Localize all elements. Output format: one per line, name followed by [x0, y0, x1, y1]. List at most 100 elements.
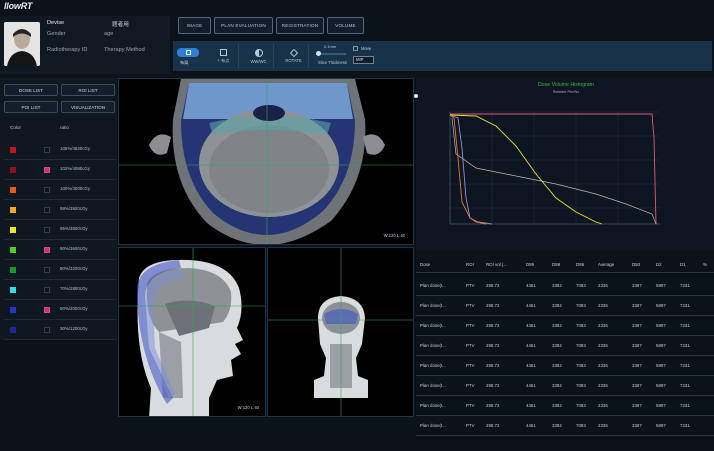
table-cell: 2336: [598, 343, 608, 348]
column-header[interactable]: D50: [632, 262, 640, 267]
table-row[interactable]: Plan dose(t... PTV 298.72 4461 3382 7083 2336 3…: [416, 356, 714, 376]
ratio-label: 90%/3600cGy: [60, 246, 88, 251]
column-header[interactable]: ROI vol.(...: [486, 262, 507, 267]
ratio-label: 80%/3200cGy: [60, 266, 88, 271]
table-cell: Plan dose(t...: [420, 323, 446, 328]
table-row[interactable]: Plan dose(t... PTV 298.72 4461 3382 7083 2336 3…: [416, 396, 714, 416]
color-row[interactable]: 30%/1200cGy: [4, 320, 116, 340]
nav-volume-button[interactable]: VOLUME: [327, 17, 364, 34]
visibility-checkbox[interactable]: [44, 327, 50, 333]
patient-name-alt: 题者用: [112, 22, 129, 28]
color-row[interactable]: 98%/3920cGy: [4, 200, 116, 220]
layout-icon: [186, 50, 191, 55]
table-cell: 2336: [598, 363, 608, 368]
table-cell: 7083: [576, 383, 586, 388]
dvh-subtitle: Relative Per/No: [553, 90, 580, 94]
column-header[interactable]: D1: [680, 262, 686, 267]
color-row[interactable]: 102%/4080cGy: [4, 160, 116, 180]
dvh-chart: Dose Volume Histogram Relative Per/No: [416, 78, 714, 250]
visibility-checkbox[interactable]: [44, 227, 50, 233]
color-row[interactable]: 70%/2800cGy: [4, 280, 116, 300]
table-cell: 7231: [680, 303, 690, 308]
table-cell: Plan dose(t...: [420, 343, 446, 348]
column-header[interactable]: D99: [526, 262, 534, 267]
nav-registration-button[interactable]: REGISTRATION: [276, 17, 324, 34]
color-column-header: Color: [10, 125, 21, 130]
dose-list-button[interactable]: DOSE LIST: [4, 84, 58, 96]
column-header[interactable]: Dose: [420, 262, 430, 267]
table-cell: PTV: [466, 303, 475, 308]
axial-viewer[interactable]: W:120 L:40: [118, 78, 414, 245]
table-cell: 7083: [576, 363, 586, 368]
table-row[interactable]: Plan dose(t... PTV 298.72 4461 3382 7083 2336 3…: [416, 296, 714, 316]
sagittal-viewer[interactable]: W:120 L:40: [118, 247, 266, 417]
contrast-icon: [254, 48, 263, 57]
layout-label: 布局: [180, 60, 189, 65]
table-cell: 3382: [552, 283, 562, 288]
table-cell: PTV: [466, 323, 475, 328]
visualization-button[interactable]: VISUALIZATION: [61, 101, 115, 113]
color-row[interactable]: 90%/3600cGy: [4, 240, 116, 260]
poi-list-button[interactable]: POI LIST: [4, 101, 58, 113]
table-cell: 4461: [526, 323, 536, 328]
visibility-checkbox[interactable]: [44, 247, 50, 253]
table-cell: Plan dose(t...: [420, 423, 446, 428]
column-header[interactable]: D95: [576, 262, 584, 267]
color-swatch: [10, 327, 16, 333]
visibility-checkbox[interactable]: [44, 307, 50, 313]
table-row[interactable]: Plan dose(t... PTV 298.72 4461 3382 7083 2336 3…: [416, 316, 714, 336]
table-row[interactable]: Plan dose(t... PTV 298.72 4461 3382 7083 2336 3…: [416, 336, 714, 356]
color-row[interactable]: 105%/4620cGy: [4, 140, 116, 160]
visibility-checkbox[interactable]: [44, 207, 50, 213]
column-header[interactable]: D98: [552, 262, 560, 267]
table-cell: 2336: [598, 383, 608, 388]
table-cell: 3382: [552, 343, 562, 348]
column-header[interactable]: D2: [656, 262, 662, 267]
nav-image-button[interactable]: IMAGE: [178, 17, 211, 34]
age-label: age: [104, 31, 114, 37]
table-row[interactable]: Plan dose(t... PTV 298.72 4461 3382 7083 2336 3…: [416, 376, 714, 396]
table-cell: 298.72: [486, 323, 500, 328]
coronal-viewer[interactable]: [267, 247, 414, 417]
column-header[interactable]: Average: [598, 262, 614, 267]
table-cell: PTV: [466, 363, 475, 368]
column-header[interactable]: ROI: [466, 262, 474, 267]
nav-plan-evaluation-button[interactable]: PLAN EVALUATION: [214, 17, 273, 34]
slice-slider-thumb[interactable]: [316, 51, 321, 56]
rotate-tool[interactable]: ROTATE: [279, 44, 309, 68]
table-cell: 7083: [576, 323, 586, 328]
table-row[interactable]: Plan dose(t... PTV 298.72 4461 3382 7083 2336 3…: [416, 416, 714, 436]
table-cell: 298.72: [486, 283, 500, 288]
table-row[interactable]: Plan dose(t... PTV 298.72 4461 3382 7083 2336 3…: [416, 276, 714, 296]
color-row[interactable]: 80%/3200cGy: [4, 260, 116, 280]
roi-list-button[interactable]: ROI LIST: [61, 84, 115, 96]
wwwc-tool[interactable]: WW/WC: [244, 44, 274, 68]
color-row[interactable]: 100%/4000cGy: [4, 180, 116, 200]
table-cell: 2336: [598, 323, 608, 328]
color-row[interactable]: 95%/3800cGy: [4, 220, 116, 240]
move-checkbox[interactable]: [353, 46, 358, 51]
table-cell: Plan dose(t...: [420, 403, 446, 408]
visibility-checkbox[interactable]: [44, 167, 50, 173]
visibility-checkbox[interactable]: [44, 187, 50, 193]
color-row[interactable]: 50%/2000cGy: [4, 300, 116, 320]
table-cell: 4461: [526, 343, 536, 348]
table-cell: 4461: [526, 303, 536, 308]
table-cell: 3367: [632, 423, 642, 428]
table-cell: 3382: [552, 363, 562, 368]
column-header[interactable]: %: [703, 262, 707, 267]
crosshair-tool[interactable]: + 布点: [209, 44, 239, 68]
visibility-checkbox[interactable]: [44, 287, 50, 293]
panel-divider-handle[interactable]: [414, 94, 418, 98]
ratio-label: 105%/4620cGy: [60, 146, 91, 151]
slice-value: 0.1mm: [324, 44, 337, 49]
mode-select[interactable]: MIP: [353, 56, 374, 64]
dvh-panel[interactable]: Dose Volume Histogram Relative Per/No: [416, 78, 714, 250]
table-cell: Plan dose(t...: [420, 283, 446, 288]
table-cell: 7231: [680, 403, 690, 408]
visibility-checkbox[interactable]: [44, 147, 50, 153]
axial-image: [119, 79, 413, 244]
visibility-checkbox[interactable]: [44, 267, 50, 273]
table-cell: 7231: [680, 323, 690, 328]
table-cell: 4461: [526, 403, 536, 408]
